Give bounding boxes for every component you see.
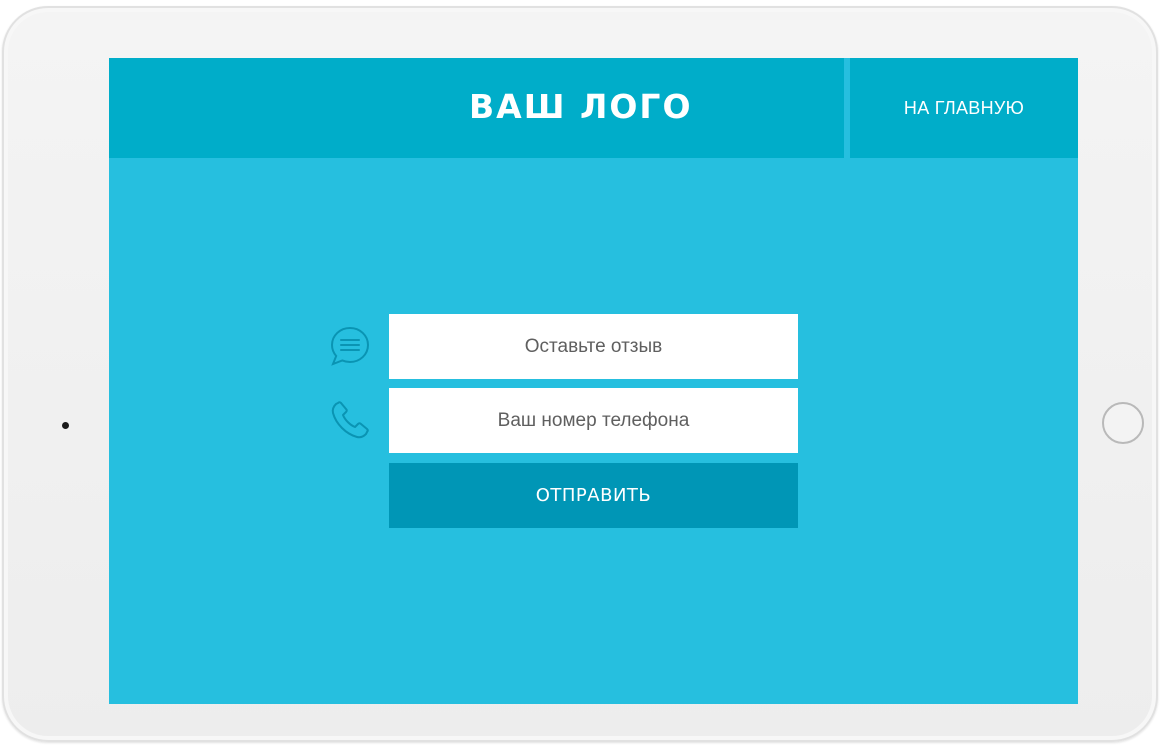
screen: ВАШ ЛОГО НА ГЛАВНУЮ ОТПРАВИТЬ bbox=[109, 58, 1078, 704]
phone-icon bbox=[331, 401, 369, 439]
logo-area: ВАШ ЛОГО bbox=[109, 58, 844, 158]
header: ВАШ ЛОГО НА ГЛАВНУЮ bbox=[109, 58, 1078, 158]
home-button[interactable] bbox=[1102, 402, 1144, 444]
nav-home-link[interactable]: НА ГЛАВНУЮ bbox=[850, 58, 1078, 158]
review-input[interactable] bbox=[389, 314, 798, 379]
camera-dot bbox=[62, 422, 69, 429]
submit-button[interactable]: ОТПРАВИТЬ bbox=[389, 463, 798, 528]
comment-icon bbox=[330, 326, 370, 366]
phone-input[interactable] bbox=[389, 388, 798, 453]
logo: ВАШ ЛОГО bbox=[469, 87, 693, 126]
